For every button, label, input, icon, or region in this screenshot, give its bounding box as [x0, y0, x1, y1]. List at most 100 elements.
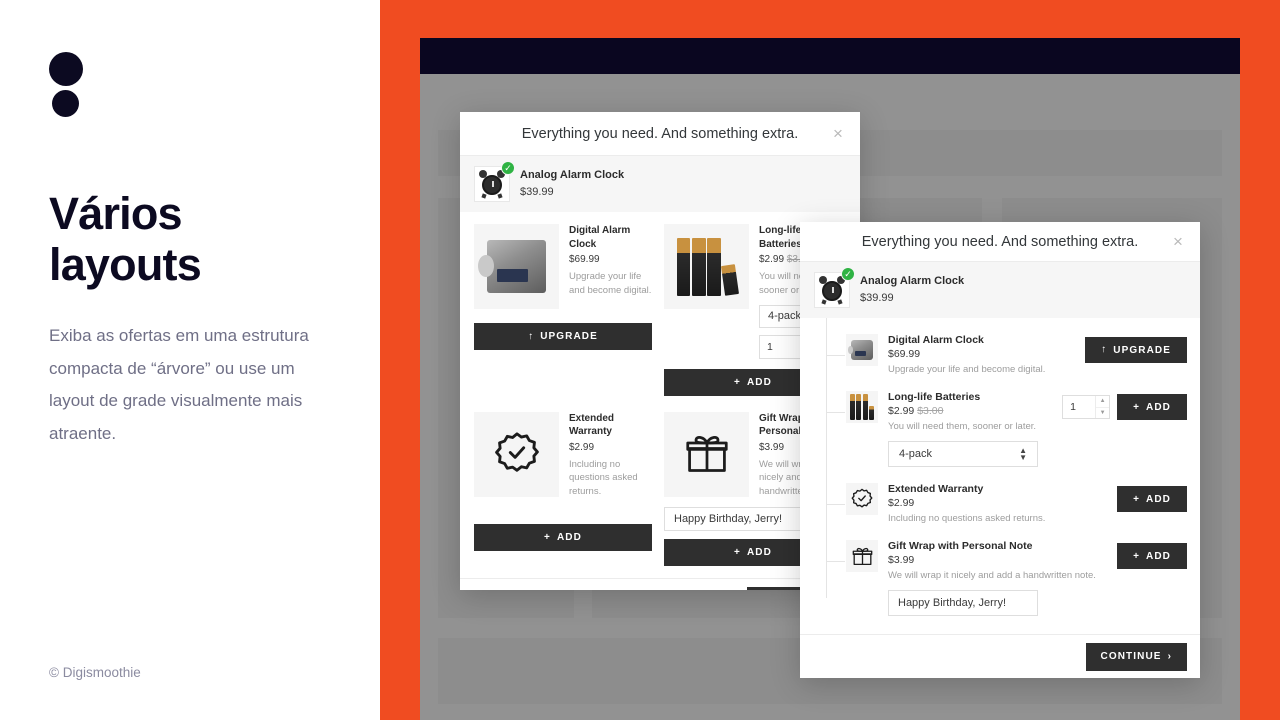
close-icon[interactable]: × [1170, 233, 1186, 250]
offer-price: $2.99 [888, 497, 915, 509]
chevron-right-icon: › [1167, 651, 1172, 662]
offer-name: Extended Warranty [569, 412, 615, 438]
continue-button[interactable]: CONTINUE › [1085, 642, 1187, 671]
offer-description: We will wrap it nicely and add a handwri… [888, 570, 1096, 581]
quantity-stepper[interactable]: 1 ▲▼ [1062, 395, 1111, 419]
offers-tree: Digital Alarm Clock $69.99 Upgrade your … [800, 318, 1200, 634]
mock-site-header [420, 38, 1240, 74]
copyright-notice: © Digismoothie [49, 665, 141, 680]
offer-row-long-life-batteries: Long-life Batteries $2.99 $3.00 You will… [813, 383, 1187, 475]
upgrade-button-label: UPGRADE [540, 331, 598, 342]
plus-icon: + [1133, 493, 1141, 505]
parent-product-name: Analog Alarm Clock [520, 168, 625, 181]
batteries-image [664, 224, 749, 309]
parent-product-row: ✓ Analog Alarm Clock $39.99 [460, 156, 860, 212]
gift-box-icon [846, 540, 878, 572]
headline-line-1: Vários [49, 188, 183, 239]
parent-product-thumbnail: ✓ [474, 161, 515, 202]
tree-branch-line [826, 355, 845, 356]
plus-icon: + [734, 546, 741, 558]
upgrade-button-label: UPGRADE [1113, 344, 1171, 356]
plus-icon: + [734, 376, 741, 388]
logo-dot-large-icon [49, 52, 83, 86]
variant-select-value: 4-pack [768, 310, 802, 323]
modal-title: Everything you need. And something extra… [521, 125, 799, 142]
tree-branch-line [826, 412, 845, 413]
page-description: Exiba as ofertas em uma estrutura compac… [49, 326, 309, 443]
offer-price: $69.99 [569, 254, 600, 265]
offer-row-gift-wrap: Gift Wrap with Personal Note $3.99 We wi… [813, 532, 1187, 624]
parent-product-thumbnail: ✓ [814, 267, 855, 308]
digital-alarm-clock-image [846, 334, 878, 366]
parent-product-row: ✓ Analog Alarm Clock $39.99 [800, 262, 1200, 318]
selected-check-icon: ✓ [501, 161, 515, 175]
selected-check-icon: ✓ [841, 267, 855, 281]
slide-canvas: Vários layouts Exiba as ofertas em uma es… [0, 0, 1280, 720]
offer-name: Long-life Batteries [888, 391, 981, 403]
quantity-spinner[interactable]: ▲▼ [1095, 396, 1110, 418]
modal-title: Everything you need. And something extra… [861, 233, 1139, 250]
add-button[interactable]: + ADD [1117, 543, 1187, 569]
offer-row-extended-warranty: Extended Warranty $2.99 Including no que… [813, 475, 1187, 532]
tree-branch-line [826, 504, 845, 505]
offer-description: You will need them, sooner or later. [888, 421, 1037, 432]
offers-grid-row: Digital Alarm Clock $69.99 Upgrade your … [474, 224, 851, 396]
parent-product-price: $39.99 [520, 185, 554, 198]
upgrade-button[interactable]: ↑ UPGRADE [474, 323, 652, 350]
upgrade-button[interactable]: ↑ UPGRADE [1085, 337, 1187, 363]
offer-description: Including no questions asked returns. [888, 513, 1046, 524]
variant-select-value: 4-pack [899, 448, 933, 460]
warranty-badge-icon [846, 483, 878, 515]
gift-box-icon [664, 411, 749, 497]
gift-note-value: Happy Birthday, Jerry! [674, 512, 783, 525]
digital-alarm-clock-image [474, 224, 559, 309]
modal-header: Everything you need. And something extra… [800, 222, 1200, 262]
add-button-label: ADD [556, 531, 582, 543]
variant-select[interactable]: 4-pack ▲▼ [888, 441, 1038, 467]
parent-product-name: Analog Alarm Clock [860, 274, 965, 287]
gift-note-input[interactable]: Happy Birthday, Jerry! [888, 590, 1038, 616]
quantity-value: 1 [1070, 401, 1076, 413]
continue-button-label: CONTINUE [1100, 651, 1162, 662]
chevron-updown-icon: ▲▼ [1019, 445, 1027, 462]
tree-branch-line [826, 561, 845, 562]
offer-description: Upgrade your life and become digital. [569, 271, 652, 296]
digismoothie-logo [49, 52, 89, 124]
offers-grid-row: Extended Warranty $2.99 Including no que… [474, 411, 846, 566]
arrow-up-icon: ↑ [528, 330, 535, 342]
offer-description: Including no questions asked returns. [569, 458, 638, 498]
modal-header: Everything you need. And something extra… [460, 112, 860, 156]
offer-price-current: $2.99 [888, 405, 915, 417]
offer-card-digital-alarm-clock: Digital Alarm Clock $69.99 Upgrade your … [474, 224, 652, 396]
offer-price-current: $2.99 [759, 254, 785, 265]
headline-line-2: layouts [49, 239, 202, 290]
offer-name: Digital Alarm Clock [569, 225, 631, 250]
arrow-up-icon: ↑ [1101, 344, 1108, 355]
offer-name: Gift Wrap with Personal Note [888, 540, 1033, 552]
offer-price: $69.99 [888, 348, 921, 360]
offer-price: $2.99 [569, 441, 595, 453]
plus-icon: + [1133, 550, 1141, 562]
add-button-label: ADD [746, 546, 772, 558]
offer-row-digital-alarm-clock: Digital Alarm Clock $69.99 Upgrade your … [813, 326, 1187, 383]
left-text-panel: Vários layouts Exiba as ofertas em uma es… [0, 0, 380, 720]
add-button-label: ADD [1146, 550, 1171, 562]
warranty-badge-icon [474, 411, 559, 497]
logo-dot-small-icon [52, 90, 79, 117]
add-button[interactable]: + ADD [1117, 486, 1187, 512]
add-button[interactable]: + ADD [1117, 394, 1187, 420]
offer-price-compare: $3.00 [917, 405, 944, 417]
add-button-label: ADD [1146, 401, 1171, 413]
offer-name: Extended Warranty [888, 483, 984, 495]
plus-icon: + [1133, 401, 1141, 413]
plus-icon: + [544, 531, 551, 543]
add-button[interactable]: + ADD [474, 523, 652, 551]
batteries-image [846, 391, 878, 423]
offer-name: Digital Alarm Clock [888, 334, 984, 346]
offer-description: Upgrade your life and become digital. [888, 364, 1046, 375]
add-button-label: ADD [1146, 493, 1171, 505]
offer-card-extended-warranty: Extended Warranty $2.99 Including no que… [474, 411, 652, 566]
page-title: Vários layouts [49, 188, 349, 290]
modal-footer: CONTINUE › [800, 634, 1200, 678]
close-icon[interactable]: × [830, 125, 846, 142]
